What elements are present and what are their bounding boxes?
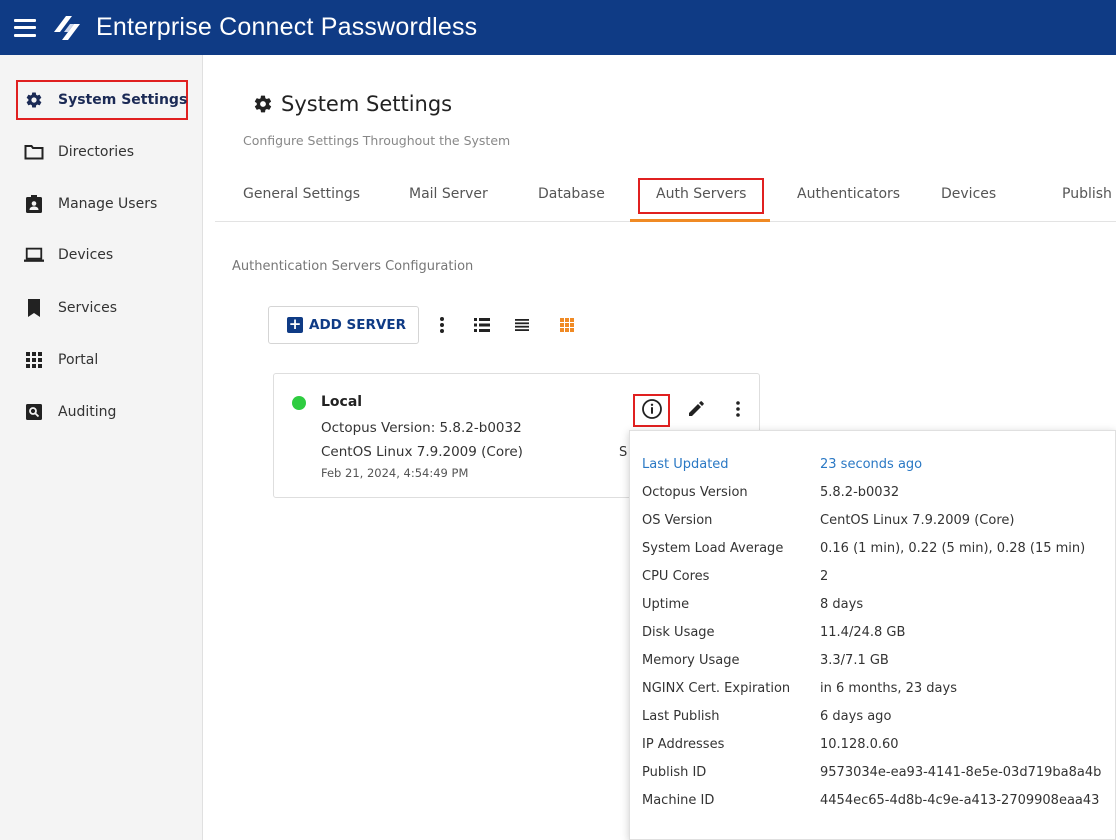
- tab-authenticators[interactable]: Authenticators: [797, 186, 900, 202]
- info-key: Uptime: [642, 597, 690, 612]
- status-indicator: [292, 396, 306, 410]
- info-key: System Load Average: [642, 541, 784, 556]
- info-row: Last Publish 6 days ago: [630, 709, 1116, 737]
- info-row: Machine ID 4454ec65-4d8b-4c9e-a413-27099…: [630, 793, 1116, 821]
- info-row: Uptime 8 days: [630, 597, 1116, 625]
- list-view-icon[interactable]: [470, 313, 494, 337]
- info-row: Last Updated 23 seconds ago: [630, 457, 1116, 485]
- info-value[interactable]: 23 seconds ago: [820, 457, 922, 472]
- info-row: IP Addresses 10.128.0.60: [630, 737, 1116, 765]
- info-row: Memory Usage 3.3/7.1 GB: [630, 653, 1116, 681]
- add-server-button[interactable]: + ADD SERVER: [268, 306, 419, 344]
- card-more-button[interactable]: [725, 396, 751, 422]
- tab-mail-server[interactable]: Mail Server: [409, 186, 488, 202]
- search-box-icon: [24, 403, 44, 421]
- sidebar-item-manage-users[interactable]: Manage Users: [24, 190, 157, 218]
- info-value: 11.4/24.8 GB: [820, 625, 906, 640]
- more-vert-icon: [736, 401, 740, 417]
- sidebar-item-auditing[interactable]: Auditing: [24, 398, 116, 426]
- info-key: CPU Cores: [642, 569, 710, 584]
- top-app-bar: Enterprise Connect Passwordless: [0, 0, 1116, 55]
- info-key: Publish ID: [642, 765, 707, 780]
- sidebar-item-label: Directories: [58, 144, 135, 160]
- info-highlight-box: [633, 394, 670, 427]
- sidebar-item-system-settings[interactable]: System Settings: [24, 86, 187, 114]
- info-key: Last Publish: [642, 709, 720, 724]
- info-value: 2: [820, 569, 829, 584]
- grid-view-icon[interactable]: [555, 313, 579, 337]
- info-row: CPU Cores 2: [630, 569, 1116, 597]
- info-key: NGINX Cert. Expiration: [642, 681, 791, 696]
- tab-database[interactable]: Database: [538, 186, 605, 202]
- sidebar-item-label: Manage Users: [58, 196, 158, 212]
- page-subtitle: Configure Settings Throughout the System: [243, 133, 511, 148]
- plus-icon: +: [287, 315, 303, 333]
- info-key: OS Version: [642, 513, 713, 528]
- tab-general-settings[interactable]: General Settings: [243, 186, 360, 202]
- info-row: Publish ID 9573034e-ea93-4141-8e5e-03d71…: [630, 765, 1116, 793]
- auth-servers-highlight-box: [638, 178, 764, 214]
- folder-icon: [24, 143, 44, 161]
- server-version: Octopus Version: 5.8.2-b0032: [321, 420, 522, 436]
- server-date: Feb 21, 2024, 4:54:49 PM: [321, 466, 469, 480]
- more-vert-icon[interactable]: [430, 313, 454, 337]
- gear-icon: [254, 95, 272, 113]
- app-logo: [54, 15, 80, 40]
- sidebar-item-label: Services: [58, 300, 118, 316]
- info-value: 8 days: [820, 597, 864, 612]
- info-key: Disk Usage: [642, 625, 715, 640]
- sidebar-item-directories[interactable]: Directories: [24, 138, 134, 166]
- info-key: IP Addresses: [642, 737, 725, 752]
- info-key: Octopus Version: [642, 485, 748, 500]
- server-os: CentOS Linux 7.9.2009 (Core): [321, 444, 523, 460]
- info-row: NGINX Cert. Expiration in 6 months, 23 d…: [630, 681, 1116, 709]
- grid-icon: [24, 351, 44, 369]
- server-status-text: S: [619, 445, 628, 460]
- sidebar: [0, 55, 203, 840]
- sidebar-item-label: Auditing: [58, 404, 117, 420]
- info-value: CentOS Linux 7.9.2009 (Core): [820, 513, 1015, 528]
- app-title: Enterprise Connect Passwordless: [96, 13, 478, 41]
- laptop-icon: [24, 246, 44, 264]
- bookmark-icon: [24, 299, 44, 317]
- badge-icon: [24, 195, 44, 213]
- section-label: Authentication Servers Configuration: [232, 259, 474, 274]
- tab-publish[interactable]: Publish: [1062, 186, 1112, 202]
- page-title: System Settings: [253, 92, 452, 116]
- server-info-popup: Last Updated 23 seconds ago Octopus Vers…: [629, 430, 1116, 840]
- hamburger-menu-icon[interactable]: [14, 18, 36, 37]
- edit-button[interactable]: [683, 396, 709, 422]
- sidebar-item-label: Devices: [58, 247, 114, 263]
- sidebar-item-devices[interactable]: Devices: [24, 241, 113, 269]
- sidebar-item-services[interactable]: Services: [24, 294, 117, 322]
- info-value: 5.8.2-b0032: [820, 485, 900, 500]
- tab-devices[interactable]: Devices: [941, 186, 996, 202]
- info-row: Octopus Version 5.8.2-b0032: [630, 485, 1116, 513]
- info-value: in 6 months, 23 days: [820, 681, 957, 696]
- sidebar-item-label: Portal: [58, 352, 99, 368]
- sidebar-item-portal[interactable]: Portal: [24, 346, 98, 374]
- info-value: 0.16 (1 min), 0.22 (5 min), 0.28 (15 min…: [820, 541, 1086, 556]
- info-key: Last Updated: [642, 457, 729, 472]
- info-value: 9573034e-ea93-4141-8e5e-03d719ba8a4b: [820, 765, 1102, 780]
- info-value: 6 days ago: [820, 709, 892, 724]
- info-row: Disk Usage 11.4/24.8 GB: [630, 625, 1116, 653]
- info-key: Memory Usage: [642, 653, 740, 668]
- info-value: 3.3/7.1 GB: [820, 653, 889, 668]
- info-key: Machine ID: [642, 793, 715, 808]
- gear-icon: [24, 91, 44, 109]
- info-value: 10.128.0.60: [820, 737, 899, 752]
- info-value: 4454ec65-4d8b-4c9e-a413-2709908eaa43: [820, 793, 1100, 808]
- add-server-label: ADD SERVER: [309, 317, 406, 333]
- page-title-text: System Settings: [281, 92, 453, 116]
- info-row: OS Version CentOS Linux 7.9.2009 (Core): [630, 513, 1116, 541]
- info-row: System Load Average 0.16 (1 min), 0.22 (…: [630, 541, 1116, 569]
- active-tab-indicator: [630, 219, 770, 222]
- pencil-icon: [689, 401, 704, 416]
- sidebar-item-label: System Settings: [58, 92, 188, 108]
- compact-list-icon[interactable]: [510, 313, 534, 337]
- server-name: Local: [321, 394, 363, 410]
